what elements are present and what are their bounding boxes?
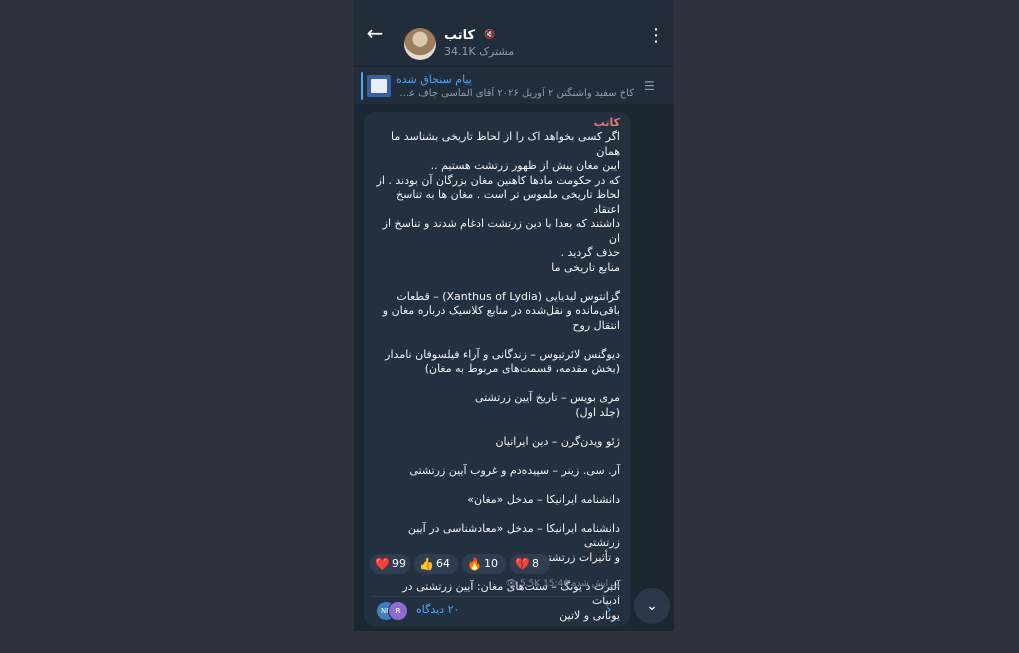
reaction-count: 8 xyxy=(532,557,539,570)
commenter-avatars: NR R xyxy=(376,601,412,621)
header-bar: ← کاتب 🔇 34.1K مشترک ⋮ xyxy=(354,0,674,66)
arrow-left-icon[interactable]: ← xyxy=(364,22,386,44)
reaction-fire[interactable]: 🔥 10 xyxy=(462,554,506,574)
channel-title: کاتب xyxy=(444,28,476,43)
message-bubble: کاتب اگر کسی بخواهد اک را از لحاظ تاریخی… xyxy=(364,112,630,626)
eye-icon: 👁 xyxy=(505,579,518,589)
edited-time: ویرایش شده 15:46 xyxy=(543,579,620,589)
chevron-down-icon[interactable]: ⌄ xyxy=(634,588,670,624)
heart-icon: ❤️ xyxy=(375,557,390,571)
pinned-message-bar[interactable]: پیام سنجاق شده کاخ سفید واشنگتن ۲ آوریل … xyxy=(354,66,674,105)
channel-title-block[interactable]: کاتب 🔇 34.1K مشترک xyxy=(444,28,604,62)
reaction-count: 64 xyxy=(436,557,450,570)
reaction-heart[interactable]: ❤️ 99 xyxy=(370,554,410,574)
reactions-row: ❤️ 99 👍 64 🔥 10 💔 8 xyxy=(370,554,620,576)
reaction-broken-heart[interactable]: 💔 8 xyxy=(510,554,550,574)
broken-heart-icon: 💔 xyxy=(515,557,530,571)
reaction-thumbs-up[interactable]: 👍 64 xyxy=(414,554,458,574)
pin-accent-bar xyxy=(361,72,363,100)
pinned-thumbnail xyxy=(367,75,391,97)
message-meta: ویرایش شده 15:46 5.5K 👁 xyxy=(505,578,620,590)
message-text: اگر کسی بخواهد اک را از لحاظ تاریخی بشنا… xyxy=(376,130,620,622)
message-author[interactable]: کاتب xyxy=(594,116,620,130)
reaction-count: 99 xyxy=(392,557,406,570)
comments-divider xyxy=(372,596,622,597)
chevron-right-icon[interactable]: › xyxy=(606,602,620,618)
subscriber-count: 34.1K مشترک xyxy=(444,45,515,58)
pinned-title: پیام سنجاق شده xyxy=(396,73,472,86)
pinned-list-icon[interactable]: ☰ xyxy=(644,79,662,93)
thumbs-up-icon: 👍 xyxy=(419,557,434,571)
fire-icon: 🔥 xyxy=(467,557,482,571)
mute-icon: 🔇 xyxy=(484,30,496,40)
pinned-text: کاخ سفید واشنگتن ۲ آوریل ۲۰۲۶ آقای الماس… xyxy=(396,88,634,99)
channel-avatar[interactable] xyxy=(404,28,436,60)
reaction-count: 10 xyxy=(484,557,498,570)
avatar: R xyxy=(388,601,408,621)
channel-view: ← کاتب 🔇 34.1K مشترک ⋮ پیام سنجاق شده کا… xyxy=(354,0,674,631)
comments-link[interactable]: ۲۰ دیدگاه xyxy=(416,603,459,617)
more-vertical-icon[interactable]: ⋮ xyxy=(646,26,666,46)
view-count: 5.5K xyxy=(519,579,541,589)
